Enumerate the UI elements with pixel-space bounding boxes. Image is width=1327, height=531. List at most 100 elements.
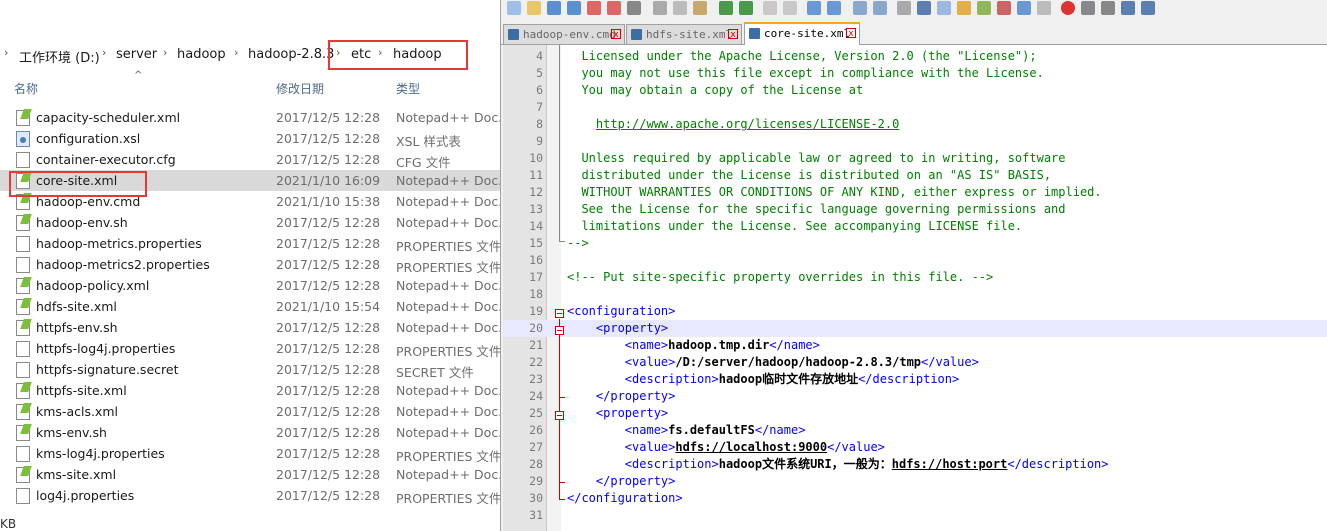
column-header-date[interactable]: 修改日期 — [276, 80, 324, 98]
monitoring-icon[interactable] — [1037, 1, 1051, 15]
file-row[interactable]: hadoop-policy.xml 2017/12/5 12:28 Notepad+… — [0, 275, 500, 296]
function-list-icon[interactable] — [997, 1, 1011, 15]
tab-hdfs-site-xml[interactable]: hdfs-site.xml x — [626, 24, 742, 44]
file-row[interactable]: kms-env.sh 2017/12/5 12:28 Notepad++ Doc..… — [0, 422, 500, 443]
close-tab-icon[interactable]: x — [728, 29, 738, 40]
column-header-type[interactable]: 类型 — [396, 80, 420, 98]
document-map-icon[interactable] — [977, 1, 991, 15]
code-line[interactable]: 14 limitations under the License. See ac… — [503, 218, 1327, 235]
print-icon[interactable] — [627, 1, 641, 15]
file-row[interactable]: httpfs-env.sh 2017/12/5 12:28 Notepad++ Do… — [0, 317, 500, 338]
close-tab-icon[interactable]: x — [846, 28, 856, 39]
copy-icon[interactable] — [673, 1, 687, 15]
code-line[interactable]: 16 — [503, 252, 1327, 269]
breadcrumb-item-hadoop-version[interactable]: hadoop-2.8.3 — [248, 47, 334, 62]
save-all-icon[interactable] — [567, 1, 581, 15]
file-row[interactable]: kms-site.xml 2017/12/5 12:28 Notepad++ Doc… — [0, 464, 500, 485]
word-wrap-icon[interactable] — [897, 1, 911, 15]
new-file-icon[interactable] — [507, 1, 521, 15]
code-line[interactable]: 27 <value>hdfs://localhost:9000</value> — [503, 439, 1327, 456]
code-line[interactable]: 19 <configuration> — [503, 303, 1327, 320]
line-number: 10 — [529, 151, 543, 165]
tab-core-site-xml[interactable]: core-site.xml x — [744, 22, 860, 45]
code-line[interactable]: 11 distributed under the License is dist… — [503, 167, 1327, 184]
code-line[interactable]: 12 WITHOUT WARRANTIES OR CONDITIONS OF A… — [503, 184, 1327, 201]
code-line[interactable]: 13 See the License for the specific lang… — [503, 201, 1327, 218]
file-row[interactable]: kms-acls.xml 2017/12/5 12:28 Notepad++ Doc… — [0, 401, 500, 422]
save-macro-icon[interactable] — [1141, 1, 1155, 15]
run-macro-multiple-icon[interactable] — [1121, 1, 1135, 15]
code-line[interactable]: 15 --> — [503, 235, 1327, 252]
file-row[interactable]: configuration.xsl 2017/12/5 12:28 XSL 样式表 — [0, 128, 500, 149]
code-line[interactable]: 28 <description>hadoop文件系统URI，一般为：hdfs:/… — [503, 456, 1327, 473]
redo-icon[interactable] — [739, 1, 753, 15]
file-row[interactable]: log4j.properties 2017/12/5 12:28 PROPERTIE… — [0, 485, 500, 506]
code-line[interactable]: 18 — [503, 286, 1327, 303]
generic-file-icon — [16, 152, 30, 168]
file-row[interactable]: httpfs-log4j.properties 2017/12/5 12:28 PR… — [0, 338, 500, 359]
code-line[interactable]: 20 <property> — [503, 320, 1327, 337]
code-line[interactable]: 23 <description>hadoop临时文件存放地址</descript… — [503, 371, 1327, 388]
file-row[interactable]: hadoop-env.sh 2017/12/5 12:28 Notepad++ Do… — [0, 212, 500, 233]
record-macro-icon[interactable] — [1061, 1, 1075, 15]
play-macro-icon[interactable] — [1101, 1, 1115, 15]
code-line[interactable]: 7 — [503, 99, 1327, 116]
code-line[interactable]: 30 </configuration> — [503, 490, 1327, 507]
save-icon[interactable] — [547, 1, 561, 15]
code-line[interactable]: 21 <name>hadoop.tmp.dir</name> — [503, 337, 1327, 354]
file-type: Notepad++ Doc... — [396, 173, 500, 188]
file-row[interactable]: httpfs-signature.secret 2017/12/5 12:28 SE… — [0, 359, 500, 380]
fold-toggle-configuration-icon[interactable] — [555, 309, 564, 318]
code-line[interactable]: 9 — [503, 133, 1327, 150]
code-line[interactable]: 4 Licensed under the Apache License, Ver… — [503, 48, 1327, 65]
file-row[interactable]: container-executor.cfg 2017/12/5 12:28 CFG… — [0, 149, 500, 170]
code-line[interactable]: 26 <name>fs.defaultFS</name> — [503, 422, 1327, 439]
file-row[interactable]: hadoop-metrics.properties 2017/12/5 12:28… — [0, 233, 500, 254]
close-tab-icon[interactable]: x — [611, 29, 621, 40]
zoom-out-icon[interactable] — [827, 1, 841, 15]
code-text: --> — [567, 235, 589, 252]
folder-workspace-icon[interactable] — [1017, 1, 1031, 15]
show-all-chars-icon[interactable] — [917, 1, 931, 15]
file-row[interactable]: hadoop-metrics2.properties 2017/12/5 12:2… — [0, 254, 500, 275]
cut-icon[interactable] — [653, 1, 667, 15]
breadcrumb-item-server[interactable]: server — [116, 47, 157, 62]
language-icon[interactable] — [957, 1, 971, 15]
fold-toggle-property-2-icon[interactable] — [555, 411, 564, 420]
code-line[interactable]: 5 you may not use this file except in co… — [503, 65, 1327, 82]
indent-guide-icon[interactable] — [937, 1, 951, 15]
undo-icon[interactable] — [719, 1, 733, 15]
file-row[interactable]: hdfs-site.xml 2021/1/10 15:54 Notepad++ Do… — [0, 296, 500, 317]
code-line[interactable]: 24 </property> — [503, 388, 1327, 405]
paste-icon[interactable] — [693, 1, 707, 15]
code-line[interactable]: 10 Unless required by applicable law or … — [503, 150, 1327, 167]
zoom-in-icon[interactable] — [807, 1, 821, 15]
replace-icon[interactable] — [783, 1, 797, 15]
sync-vertical-icon[interactable] — [853, 1, 867, 15]
breadcrumb-item-drive[interactable]: 工作环境 (D:) — [19, 47, 100, 66]
open-file-icon[interactable] — [527, 1, 541, 15]
file-modified-date: 2017/12/5 12:28 — [276, 257, 381, 272]
breadcrumb-item-hadoop[interactable]: hadoop — [177, 47, 226, 62]
code-line[interactable]: 29 </property> — [503, 473, 1327, 490]
code-line[interactable]: 6 You may obtain a copy of the License a… — [503, 82, 1327, 99]
column-header-name[interactable]: 名称 — [14, 80, 38, 98]
fold-toggle-property-1-icon[interactable] — [555, 326, 564, 335]
code-line[interactable]: 17 <!-- Put site-specific property overri… — [503, 269, 1327, 286]
find-icon[interactable] — [763, 1, 777, 15]
close-all-icon[interactable] — [607, 1, 621, 15]
tab-hadoop-env-cmd[interactable]: hadoop-env.cmd x — [503, 24, 625, 44]
code-line[interactable]: 25 <property> — [503, 405, 1327, 422]
file-row[interactable]: capacity-scheduler.xml 2017/12/5 12:28 Not… — [0, 107, 500, 128]
code-line[interactable]: 31 — [503, 507, 1327, 524]
stop-macro-icon[interactable] — [1081, 1, 1095, 15]
code-line[interactable]: 8 http://www.apache.org/licenses/LICENSE… — [503, 116, 1327, 133]
file-row[interactable]: kms-log4j.properties 2017/12/5 12:28 PROPE… — [0, 443, 500, 464]
code-editor[interactable]: 4 Licensed under the Apache License, Ver… — [503, 45, 1327, 531]
file-name: hadoop-env.sh — [36, 215, 128, 230]
sync-horizontal-icon[interactable] — [873, 1, 887, 15]
code-line[interactable]: 22 <value>/D:/server/hadoop/hadoop-2.8.3… — [503, 354, 1327, 371]
close-icon[interactable] — [587, 1, 601, 15]
line-number: 13 — [529, 202, 543, 216]
file-row[interactable]: httpfs-site.xml 2017/12/5 12:28 Notepad++ … — [0, 380, 500, 401]
